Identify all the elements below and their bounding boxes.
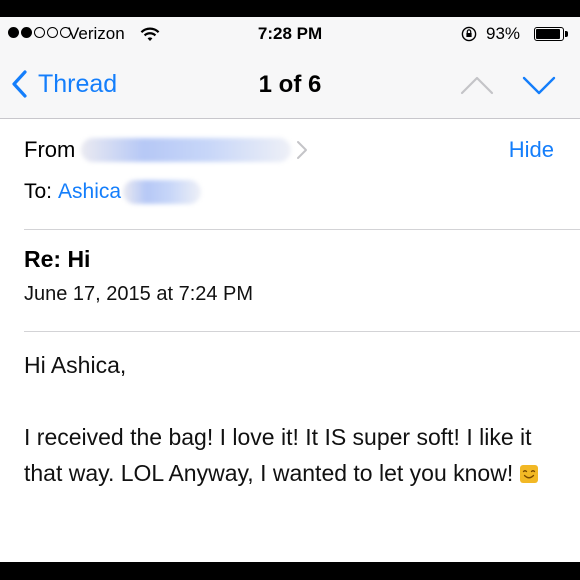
blurred-recipient-surname [123,180,202,204]
message-paragraph-text: I received the bag! I love it! It IS sup… [24,424,532,486]
message-paragraph: I received the bag! I love it! It IS sup… [24,419,564,491]
device-frame: Verizon 7:28 PM 93% Thread 1 of 6 From H… [0,0,580,580]
navigation-bar: Thread 1 of 6 [0,65,580,109]
battery-percentage: 93% [486,24,521,43]
battery-nub [565,31,568,37]
blurred-sender-name [81,138,292,162]
recipient-row: To: Ashica [24,180,202,204]
message-greeting: Hi Ashica, [24,352,127,378]
status-bar: Verizon 7:28 PM 93% [0,17,580,51]
rotation-lock-icon [461,26,477,42]
top-bar: Verizon 7:28 PM 93% Thread 1 of 6 [0,17,580,119]
from-label: From [24,137,76,162]
to-label: To: [24,180,53,203]
message-date: June 17, 2015 at 7:24 PM [24,283,254,305]
message-body: Hi Ashica, I received the bag! I love it… [24,347,564,491]
battery-level [536,29,561,39]
battery-icon [534,27,568,41]
body-divider [24,331,580,332]
smiling-face-icon [520,465,539,483]
message-subject: Re: Hi [24,246,91,272]
recipient-name[interactable]: Ashica [58,180,121,204]
chevron-up-icon[interactable] [460,75,494,95]
hide-button[interactable]: Hide [509,137,554,163]
sender-row[interactable]: From [24,137,309,163]
mail-screen: Verizon 7:28 PM 93% Thread 1 of 6 From H… [0,17,580,562]
header-divider [24,229,580,230]
chevron-right-icon [297,141,308,159]
chevron-down-icon[interactable] [522,75,556,95]
